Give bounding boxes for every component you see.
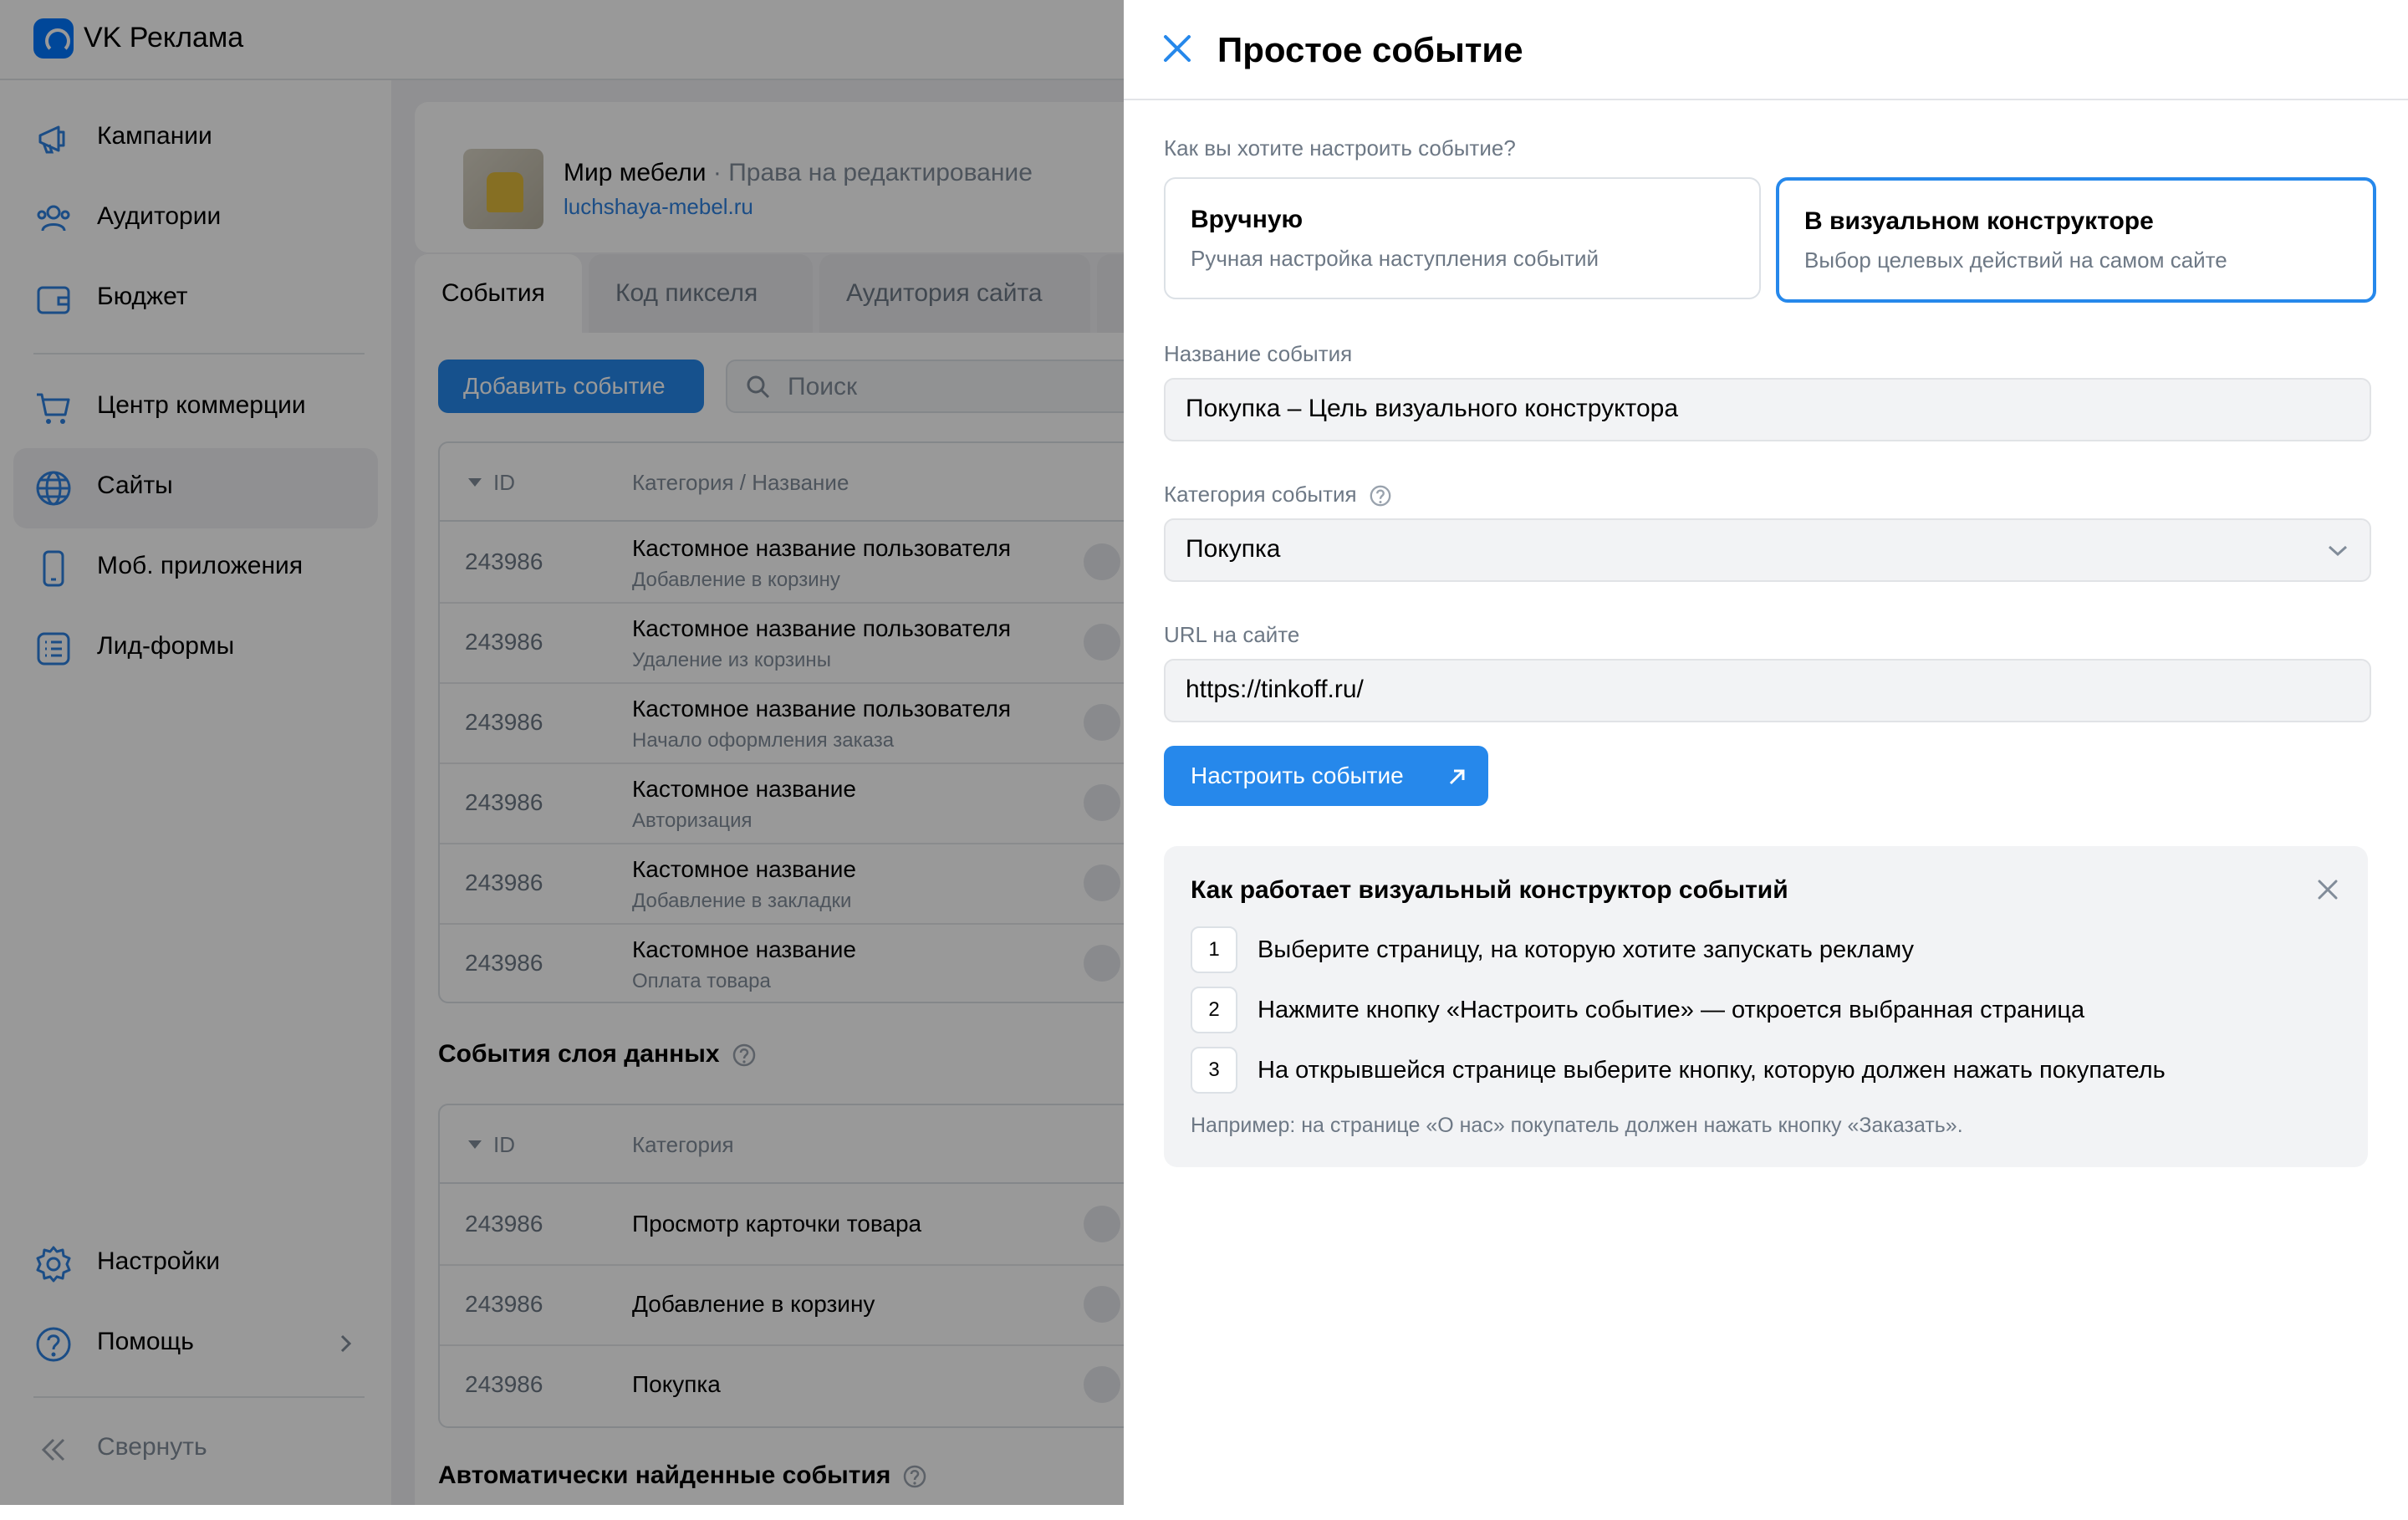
step-number: 1 [1191,926,1237,973]
help-circle-icon[interactable] [1369,484,1392,508]
option-manual[interactable]: Вручную Ручная настройка наступления соб… [1164,177,1761,299]
chevron-down-icon [2328,545,2348,557]
panel-title: Простое событие [1217,30,1523,69]
panel-header: Простое событие [1124,0,2408,100]
setup-method-label: Как вы хотите настроить событие? [1164,135,1516,161]
external-link-arrow-icon [1449,769,1465,785]
configure-event-button[interactable]: Настроить событие [1164,746,1488,806]
step-number: 3 [1191,1047,1237,1094]
event-name-input[interactable]: Покупка – Цель визуального конструктора [1164,378,2371,441]
site-url-input[interactable]: https://tinkoff.ru/ [1164,659,2371,722]
simple-event-panel: Простое событие Как вы хотите настроить … [1124,0,2408,1505]
info-example-note: Например: на странице «О нас» покупатель… [1191,1114,1963,1137]
modal-overlay[interactable] [0,0,1124,1505]
step-number: 2 [1191,987,1237,1033]
close-info-icon[interactable] [2314,876,2341,903]
event-category-label: Категория события [1164,482,1392,508]
close-icon[interactable] [1159,30,1196,67]
event-name-label: Название события [1164,341,1353,366]
option-visual-builder[interactable]: В визуальном конструкторе Выбор целевых … [1776,177,2376,303]
event-category-select[interactable]: Покупка [1164,518,2371,582]
visual-builder-info-box: Как работает визуальный конструктор собы… [1164,846,2368,1167]
site-url-label: URL на сайте [1164,622,1300,647]
info-title: Как работает визуальный конструктор собы… [1191,876,1788,904]
